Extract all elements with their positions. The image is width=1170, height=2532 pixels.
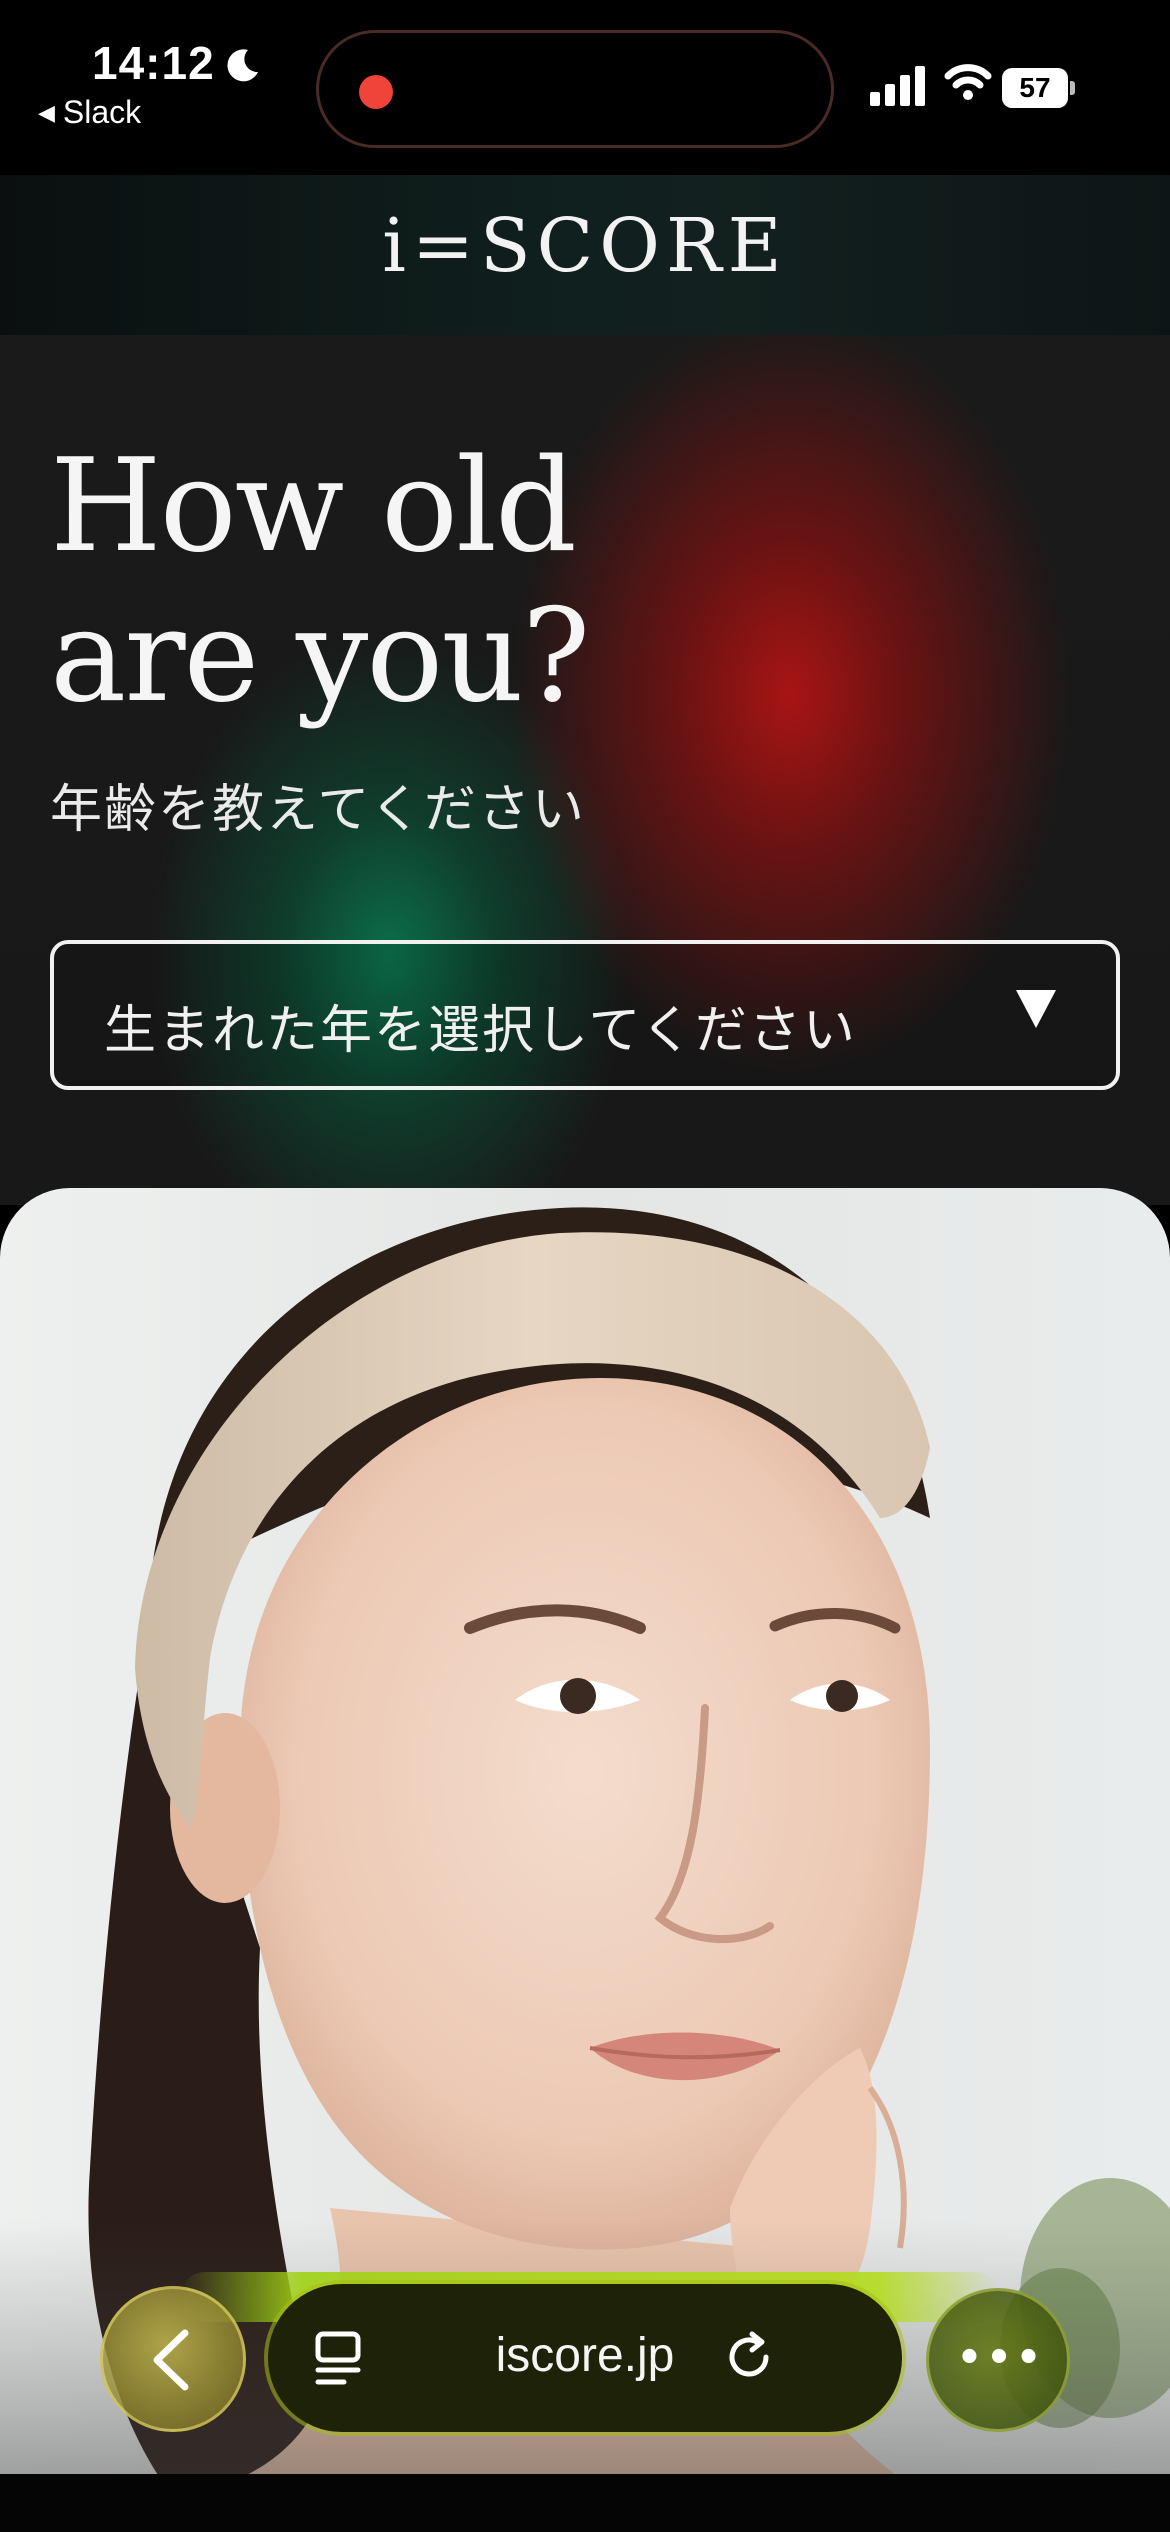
question-subtitle: 年齢を教えてください: [50, 780, 586, 840]
question-heading-line1: How old: [50, 432, 577, 581]
birth-year-select[interactable]: 生まれた年を選択してください: [50, 940, 1120, 1090]
moon-icon: [227, 49, 258, 82]
url-text[interactable]: iscore.jp: [268, 2328, 902, 2383]
recording-dot-icon: [359, 75, 393, 109]
more-dots-icon: •••: [956, 2335, 1046, 2381]
battery-cap: [1070, 81, 1075, 95]
address-bar[interactable]: iscore.jp: [268, 2284, 902, 2432]
back-app-label: Slack: [62, 94, 142, 130]
chevron-left-icon: [153, 2329, 189, 2391]
dynamic-island: [316, 30, 834, 148]
battery-icon: 57: [1002, 68, 1075, 108]
more-options-button[interactable]: •••: [926, 2288, 1070, 2432]
dropdown-arrow-icon: [1016, 990, 1056, 1028]
status-bar: 14:12 ◀ Slack 57: [0, 0, 1170, 175]
back-to-app-link[interactable]: ◀ Slack: [38, 94, 141, 131]
wifi-icon: [944, 64, 992, 100]
hero-section: How old are you? 年齢を教えてください 生まれた年を選択してくだ…: [0, 335, 1170, 1205]
reload-icon[interactable]: [722, 2330, 776, 2384]
brand-logo[interactable]: i=SCORE: [0, 203, 1170, 289]
signal-icon: [870, 66, 925, 106]
home-indicator-area: [0, 2474, 1170, 2532]
browser-back-button[interactable]: [100, 2286, 246, 2432]
question-heading-line2: are you?: [50, 582, 590, 731]
birth-year-select-placeholder: 生まれた年を選択してください: [104, 1001, 857, 1061]
battery-level: 57: [1002, 68, 1068, 108]
back-triangle-icon: ◀: [38, 99, 55, 125]
site-header: i=SCORE: [0, 175, 1170, 335]
status-time: 14:12: [92, 37, 215, 89]
